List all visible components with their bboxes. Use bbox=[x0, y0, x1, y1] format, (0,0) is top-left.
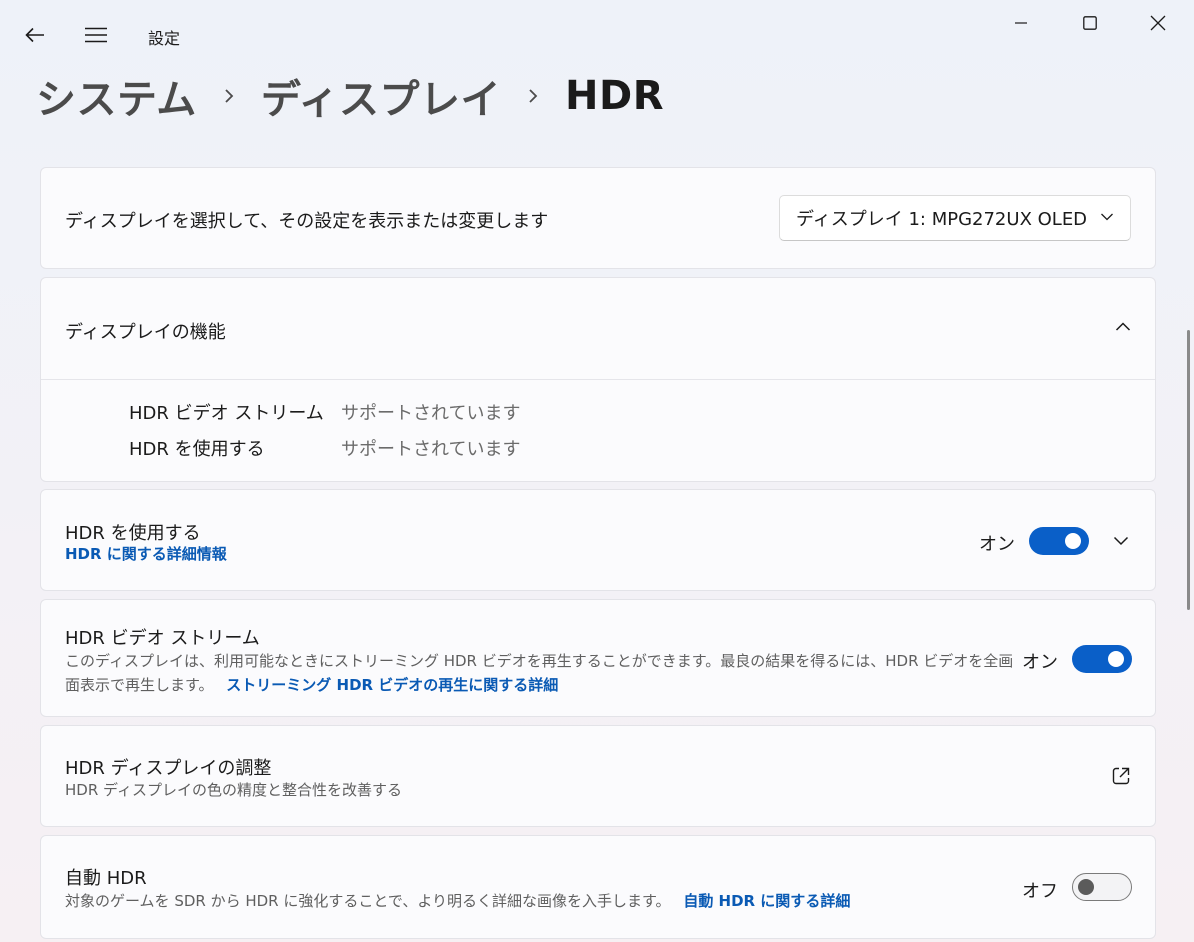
display-capabilities-card: ディスプレイの機能 HDR ビデオ ストリーム サポートされています HDR を… bbox=[40, 277, 1156, 482]
maximize-icon bbox=[1083, 16, 1097, 30]
title-bar: 設定 bbox=[0, 0, 1194, 70]
close-button[interactable] bbox=[1135, 8, 1181, 38]
video-stream-toggle[interactable] bbox=[1072, 645, 1132, 673]
toggle-knob bbox=[1078, 879, 1094, 895]
use-hdr-learn-more-link[interactable]: HDR に関する詳細情報 bbox=[65, 542, 227, 566]
auto-hdr-learn-more-link[interactable]: 自動 HDR に関する詳細 bbox=[683, 892, 850, 910]
divider bbox=[41, 379, 1155, 380]
auto-hdr-title: 自動 HDR bbox=[65, 868, 147, 889]
use-hdr-card: HDR を使用する HDR に関する詳細情報 オン bbox=[40, 489, 1156, 591]
display-select-value: ディスプレイ 1: MPG272UX OLED bbox=[796, 209, 1088, 230]
app-title: 設定 bbox=[148, 29, 181, 48]
maximize-button[interactable] bbox=[1067, 8, 1113, 38]
capability-name: HDR ビデオ ストリーム bbox=[129, 403, 324, 424]
menu-button[interactable] bbox=[81, 20, 111, 50]
video-stream-description-text: 面表示で再生します。 bbox=[65, 676, 214, 694]
capability-value: サポートされています bbox=[341, 403, 521, 424]
chevron-right-icon bbox=[204, 87, 254, 105]
scrollbar[interactable] bbox=[1187, 330, 1190, 610]
select-display-card: ディスプレイを選択して、その設定を表示または変更します ディスプレイ 1: MP… bbox=[40, 167, 1156, 269]
toggle-knob bbox=[1108, 651, 1124, 667]
open-external-icon[interactable] bbox=[1111, 766, 1131, 786]
video-stream-description-line-1: このディスプレイは、利用可能なときにストリーミング HDR ビデオを再生すること… bbox=[65, 652, 1014, 670]
video-stream-state-label: オン bbox=[1022, 652, 1058, 673]
hdr-calibration-card[interactable]: HDR ディスプレイの調整 HDR ディスプレイの色の精度と整合性を改善する bbox=[40, 725, 1156, 827]
auto-hdr-description-row: 対象のゲームを SDR から HDR に強化することで、より明るく詳細な画像を入… bbox=[65, 889, 850, 913]
toggle-knob bbox=[1065, 533, 1081, 549]
hdr-video-stream-card: HDR ビデオ ストリーム このディスプレイは、利用可能なときにストリーミング … bbox=[40, 599, 1156, 717]
capabilities-title: ディスプレイの機能 bbox=[65, 322, 226, 343]
auto-hdr-description: 対象のゲームを SDR から HDR に強化することで、より明るく詳細な画像を入… bbox=[65, 892, 671, 910]
minimize-icon bbox=[1015, 22, 1027, 24]
chevron-right-icon bbox=[508, 87, 558, 105]
chevron-down-icon bbox=[1100, 209, 1114, 230]
back-arrow-icon bbox=[25, 27, 44, 43]
display-select[interactable]: ディスプレイ 1: MPG272UX OLED bbox=[779, 195, 1131, 241]
chevron-down-icon[interactable] bbox=[1113, 534, 1129, 548]
breadcrumb-display[interactable]: ディスプレイ bbox=[261, 67, 501, 125]
calibration-title: HDR ディスプレイの調整 bbox=[65, 758, 272, 779]
capability-row: HDR ビデオ ストリーム サポートされています bbox=[41, 399, 1155, 425]
video-stream-description-line-2: 面表示で再生します。 ストリーミング HDR ビデオの再生に関する詳細 bbox=[65, 673, 558, 697]
capability-row: HDR を使用する サポートされています bbox=[41, 435, 1155, 461]
use-hdr-state-label: オン bbox=[979, 534, 1015, 555]
minimize-button[interactable] bbox=[998, 8, 1044, 38]
auto-hdr-card: 自動 HDR 対象のゲームを SDR から HDR に強化することで、より明るく… bbox=[40, 835, 1156, 939]
back-button[interactable] bbox=[20, 20, 50, 50]
use-hdr-toggle[interactable] bbox=[1029, 527, 1089, 555]
auto-hdr-state-label: オフ bbox=[1022, 881, 1058, 902]
chevron-up-icon[interactable] bbox=[1115, 320, 1131, 334]
close-icon bbox=[1150, 15, 1166, 31]
capabilities-header[interactable]: ディスプレイの機能 bbox=[41, 278, 1155, 380]
select-display-label: ディスプレイを選択して、その設定を表示または変更します bbox=[65, 211, 549, 232]
hamburger-icon bbox=[85, 27, 107, 43]
breadcrumb: システム ディスプレイ HDR bbox=[36, 67, 664, 125]
video-stream-title: HDR ビデオ ストリーム bbox=[65, 628, 260, 649]
calibration-description: HDR ディスプレイの色の精度と整合性を改善する bbox=[65, 781, 402, 799]
capability-name: HDR を使用する bbox=[129, 439, 265, 460]
video-stream-learn-more-link[interactable]: ストリーミング HDR ビデオの再生に関する詳細 bbox=[226, 676, 558, 694]
breadcrumb-hdr: HDR bbox=[565, 73, 664, 119]
capability-value: サポートされています bbox=[341, 439, 521, 460]
auto-hdr-toggle[interactable] bbox=[1072, 873, 1132, 901]
breadcrumb-system[interactable]: システム bbox=[36, 67, 197, 125]
